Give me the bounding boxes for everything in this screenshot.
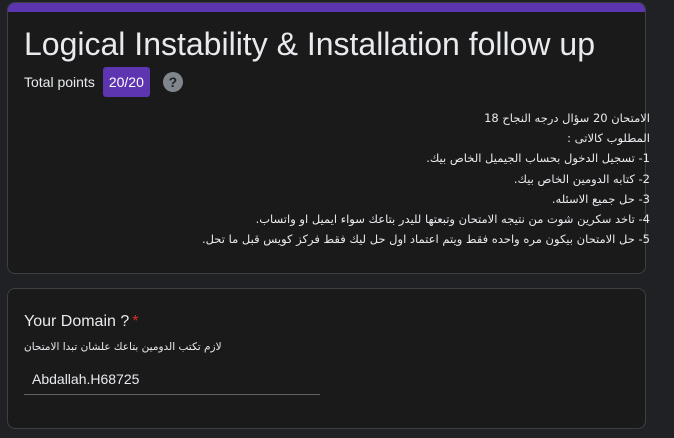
question-title: Your Domain ? * bbox=[24, 313, 138, 331]
required-asterisk: * bbox=[132, 313, 139, 330]
description-line: 3- حل جميع الاسئله. bbox=[551, 191, 650, 206]
domain-answer-field bbox=[24, 366, 320, 395]
question-help-text: لازم تكتب الدومين بتاعك علشان تبدا الامت… bbox=[24, 341, 222, 353]
description-line: 5- حل الامتحان بيكون مره واحده فقط ويتم … bbox=[201, 232, 650, 247]
score-badge: 20/20 bbox=[102, 67, 150, 97]
description-line: 1- تسجيل الدخول بحساب الجيميل الخاص بيك. bbox=[426, 151, 650, 166]
question-card-domain bbox=[7, 288, 646, 429]
description-line: 4- تاخد سكرين شوت من نتيجه الامتحان وتبع… bbox=[255, 212, 650, 227]
total-points-label: Total points bbox=[24, 74, 95, 90]
total-points-row: Total points 20/20 ? bbox=[24, 67, 183, 97]
help-circle-icon[interactable]: ? bbox=[162, 72, 183, 92]
form-title: Logical Instability & Installation follo… bbox=[24, 26, 595, 62]
accent-bar bbox=[8, 3, 645, 12]
question-title-text: Your Domain ? bbox=[24, 313, 130, 330]
description-line: المطلوب كالاتى : bbox=[567, 131, 650, 146]
domain-answer-input[interactable] bbox=[24, 366, 320, 392]
description-line: الامتحان 20 سؤال درجه النجاح 18 bbox=[484, 111, 650, 125]
form-description: الامتحان 20 سؤال درجه النجاح 18 المطلوب … bbox=[90, 108, 650, 249]
description-line: 2- كتابه الدومين الخاص بيك. bbox=[513, 171, 650, 186]
